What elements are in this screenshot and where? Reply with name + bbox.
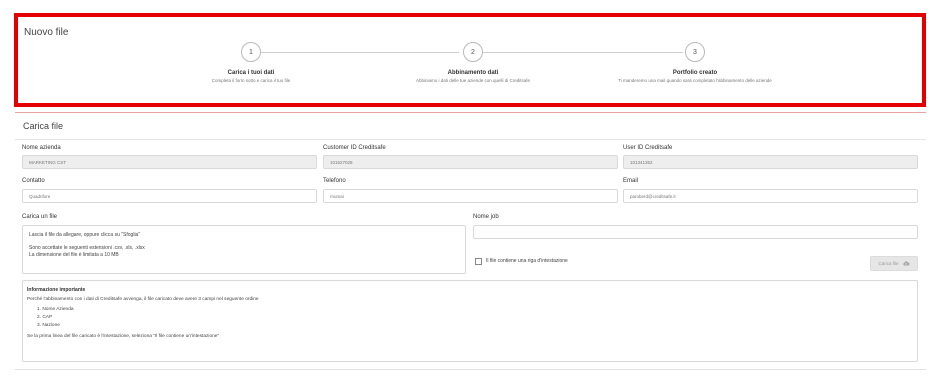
user-id-field: 101341352 — [623, 155, 918, 169]
phone-label: Telefono — [323, 178, 346, 184]
email-field[interactable]: paroberd@creditsafe.it — [623, 189, 918, 203]
user-id-label: User ID Creditsafe — [623, 145, 673, 151]
step-2-circle: 2 — [463, 42, 483, 62]
list-item: 1. Nome Azienda — [37, 307, 74, 312]
important-info-box: Informazione importante Perché l'abbinam… — [22, 280, 918, 362]
contact-field[interactable]: Quadrifore — [22, 189, 317, 203]
company-name-label: Nome azienda — [22, 145, 61, 151]
email-label: Email — [623, 178, 639, 184]
upload-file-button[interactable]: Carica file — [870, 256, 918, 271]
step-3-label: Portfolio creato — [672, 70, 718, 76]
info-title: Informazione importante — [27, 287, 86, 293]
company-name-field: MARKETING CST — [22, 155, 317, 169]
info-text: Perché l'abbinamento con i dati di Credi… — [27, 297, 259, 302]
step-1-circle: 1 — [241, 42, 261, 62]
customer-id-label: Customer ID Creditsafe — [323, 145, 386, 151]
stepper-title: Nuovo file — [24, 27, 69, 38]
step-3-circle: 3 — [685, 42, 705, 62]
step-3-description: Ti manderemo una mail quando sarà comple… — [618, 78, 772, 83]
file-dropzone[interactable]: Lascia il file da allegare, oppure clicc… — [22, 225, 466, 274]
dropzone-size-limit: La dimensione del file è limitata a 10 M… — [29, 252, 119, 258]
header-row-checkbox[interactable] — [475, 258, 482, 265]
step-1-label: Carica i tuoi dati — [227, 70, 275, 76]
phone-field[interactable]: rnumai — [323, 189, 618, 203]
job-name-label: Nome job — [473, 214, 499, 220]
list-item: 2. CAP — [37, 315, 53, 320]
step-connector — [261, 52, 459, 53]
customer-id-field: 101627028 — [323, 155, 618, 169]
upload-card-title: Carica file — [23, 121, 64, 131]
cloud-upload-icon — [902, 261, 909, 266]
file-upload-label: Carica un file — [22, 214, 58, 220]
dropzone-formats: Sono accettate le seguenti estensioni .c… — [29, 244, 145, 251]
divider — [15, 139, 926, 140]
upload-button-label: Carica file — [878, 261, 899, 266]
contact-label: Contatto — [22, 178, 45, 184]
info-footer: Se la prima linea del file caricato è l'… — [27, 334, 220, 339]
job-name-input[interactable] — [473, 225, 918, 239]
step-2-description: Abbiniamo i dati delle tue aziende con q… — [415, 78, 531, 83]
dropzone-instruction: Lascia il file da allegare, oppure clicc… — [29, 232, 141, 238]
step-2-label: Abbinamento dati — [447, 70, 499, 76]
required-fields-list: 1. Nome Azienda 2. CAP 3. Nazione — [37, 306, 913, 330]
new-file-stepper: Nuovo file 1 2 3 Carica i tuoi dati Comp… — [14, 13, 926, 107]
header-row-checkbox-label: Il file contiene una riga d'intestazione — [486, 258, 568, 264]
step-connector — [483, 52, 683, 53]
upload-file-card: Carica file Nome azienda MARKETING CST C… — [15, 112, 926, 370]
list-item: 3. Nazione — [37, 323, 60, 328]
step-1-description: Completa il form sotto e carica il tuo f… — [211, 78, 291, 83]
